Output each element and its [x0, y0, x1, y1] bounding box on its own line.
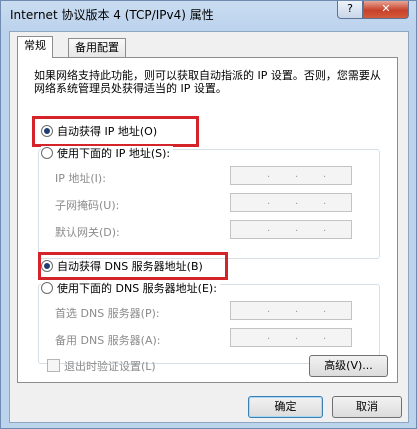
cancel-button[interactable]: 取消 — [332, 396, 402, 418]
preferred-dns-label: 首选 DNS 服务器(P): — [55, 307, 160, 320]
highlight-box-dns — [38, 252, 228, 280]
validate-on-exit-checkbox[interactable]: 退出时验证设置(L) — [47, 358, 156, 374]
checkbox-icon — [47, 359, 60, 372]
advanced-button[interactable]: 高级(V)... — [309, 355, 388, 377]
highlight-box-ip — [32, 116, 199, 147]
subnet-mask-field[interactable]: ... — [230, 193, 352, 212]
dialog-window: Internet 协议版本 4 (TCP/IPv4) 属性 ? ✕ 常规 备用配… — [0, 0, 417, 429]
radio-unchecked-icon — [41, 282, 53, 294]
manual-dns-radio[interactable]: 使用下面的 DNS 服务器地址(E): — [41, 281, 220, 297]
title-bar[interactable]: Internet 协议版本 4 (TCP/IPv4) 属性 ? ✕ — [1, 1, 416, 29]
close-icon: ✕ — [381, 2, 391, 15]
ok-button[interactable]: 确定 — [248, 396, 323, 418]
validate-on-exit-label: 退出时验证设置(L) — [64, 360, 156, 373]
manual-ip-radio[interactable]: 使用下面的 IP 地址(S): — [41, 146, 174, 162]
subnet-mask-label: 子网掩码(U): — [55, 199, 120, 212]
close-button[interactable]: ✕ — [363, 1, 409, 19]
description-text: 如果网络支持此功能，则可以获取自动指派的 IP 设置。否则，您需要从网络系统管理… — [34, 69, 381, 95]
ip-address-label: IP 地址(I): — [55, 172, 106, 185]
preferred-dns-field[interactable]: ... — [230, 301, 352, 320]
alternate-dns-label: 备用 DNS 服务器(A): — [55, 334, 161, 347]
window-title: Internet 协议版本 4 (TCP/IPv4) 属性 — [10, 8, 214, 22]
default-gateway-label: 默认网关(D): — [55, 226, 120, 239]
dialog-client-area: 常规 备用配置 如果网络支持此功能，则可以获取自动指派的 IP 设置。否则，您需… — [9, 31, 409, 423]
tab-general[interactable]: 常规 — [17, 36, 53, 58]
ip-address-field[interactable]: ... — [230, 166, 352, 185]
manual-dns-label: 使用下面的 DNS 服务器地址(E): — [57, 282, 217, 295]
help-button[interactable]: ? — [337, 1, 363, 19]
general-panel: 如果网络支持此功能，则可以获取自动指派的 IP 设置。否则，您需要从网络系统管理… — [17, 57, 398, 383]
default-gateway-field[interactable]: ... — [230, 220, 352, 239]
manual-ip-label: 使用下面的 IP 地址(S): — [57, 147, 171, 160]
radio-unchecked-icon — [41, 147, 53, 159]
tab-alternate-config[interactable]: 备用配置 — [68, 38, 126, 57]
alternate-dns-field[interactable]: ... — [230, 328, 352, 347]
